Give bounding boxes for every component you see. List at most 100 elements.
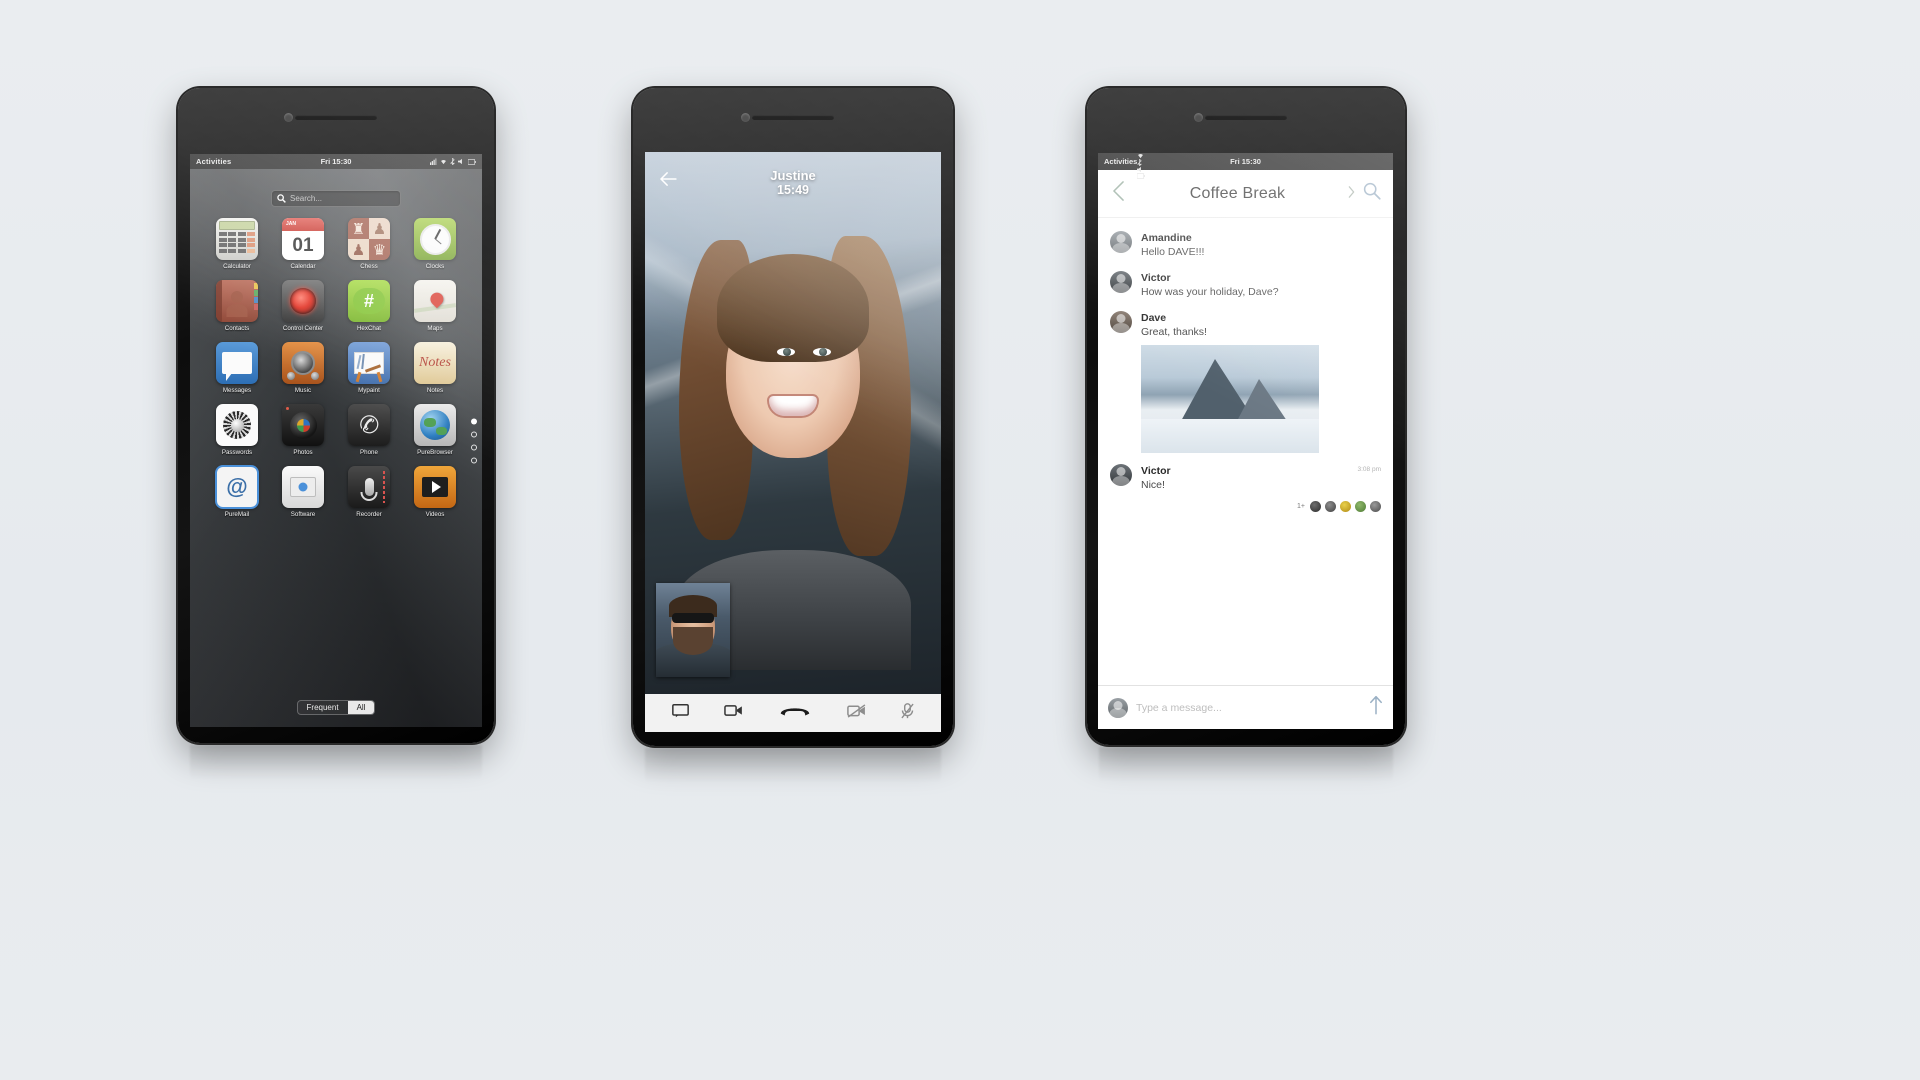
reaction-emoji[interactable] (1370, 501, 1381, 512)
app-label: Calculator (223, 263, 251, 270)
calendar-icon: JAN 01 (282, 218, 324, 260)
page-dot-1[interactable] (471, 418, 477, 424)
app-contacts[interactable]: Contacts (204, 280, 270, 332)
message-text: Great, thanks! (1141, 326, 1207, 338)
avatar-victor (1110, 464, 1132, 486)
chat-button[interactable] (672, 703, 690, 723)
app-software[interactable]: Software (270, 466, 336, 518)
message-timestamp: 3:08 pm (1357, 466, 1382, 473)
activities-button[interactable]: Activities (196, 157, 231, 166)
search-input[interactable]: Search... (271, 190, 401, 207)
app-purebrowser[interactable]: PureBrowser (402, 404, 468, 456)
self-video-thumbnail[interactable] (656, 583, 730, 677)
front-camera (741, 113, 750, 122)
send-arrow-icon[interactable] (1369, 695, 1383, 720)
app-phone[interactable]: ✆ Phone (336, 404, 402, 456)
notes-glyph: Notes (419, 355, 451, 370)
caller-name: Justine (770, 168, 816, 183)
app-videos[interactable]: Videos (402, 466, 468, 518)
front-camera (1194, 113, 1203, 122)
app-label: Passwords (221, 449, 253, 456)
notes-icon: Notes (414, 342, 456, 384)
app-music[interactable]: Music (270, 342, 336, 394)
phone-icon: ✆ (348, 404, 390, 446)
globe-icon (414, 404, 456, 446)
software-icon (282, 466, 324, 508)
message-input[interactable]: Type a message... (1136, 702, 1361, 714)
app-photos[interactable]: Photos (270, 404, 336, 456)
app-control-center[interactable]: Control Center (270, 280, 336, 332)
status-tray[interactable] (430, 158, 476, 165)
battery-icon (468, 158, 476, 165)
tab-frequent[interactable]: Frequent (297, 701, 348, 714)
status-tray[interactable] (1137, 153, 1146, 179)
call-controls (645, 694, 941, 732)
music-icon (282, 342, 324, 384)
message-author: Victor (1141, 465, 1171, 477)
app-maps[interactable]: Maps (402, 280, 468, 332)
app-notes[interactable]: Notes Notes (402, 342, 468, 394)
app-label: Notes (426, 387, 444, 394)
reaction-emoji[interactable] (1340, 501, 1351, 512)
chevron-right-icon[interactable] (1346, 183, 1361, 205)
microphone-icon (348, 466, 390, 508)
app-recorder[interactable]: Recorder (336, 466, 402, 518)
activities-button[interactable]: Activities (1104, 157, 1137, 166)
app-passwords[interactable]: Passwords (204, 404, 270, 456)
app-calendar[interactable]: JAN 01 Calendar (270, 218, 336, 270)
search-placeholder: Search... (290, 194, 323, 203)
camera-switch-button[interactable] (724, 704, 743, 722)
reaction-more-count[interactable]: 1+ (1297, 503, 1305, 510)
app-label: Software (290, 511, 316, 518)
earpiece-speaker (1205, 115, 1287, 120)
front-camera (284, 113, 293, 122)
chat-phone: Activities Fri 15:30 Coffee Break Amandi… (1087, 88, 1405, 745)
phone3-reflection (1099, 747, 1393, 795)
mountain-photo[interactable] (1141, 345, 1319, 453)
calendar-day: 01 (292, 235, 314, 256)
app-label: Phone (360, 449, 378, 456)
app-hexchat[interactable]: # HexChat (336, 280, 402, 332)
message-text: Nice! (1141, 479, 1165, 491)
phone1-bezel (178, 88, 494, 146)
avatar-amandine (1110, 231, 1132, 253)
message-item: Victor How was your holiday, Dave? (1098, 266, 1393, 306)
reaction-row[interactable]: 1+ (1098, 499, 1393, 518)
call-duration: 15:49 (777, 183, 809, 197)
status-clock: Fri 15:30 (320, 157, 352, 166)
clock-icon (414, 218, 456, 260)
phone3-screen: Activities Fri 15:30 Coffee Break Amandi… (1098, 153, 1393, 729)
page-dot-3[interactable] (471, 444, 477, 450)
search-icon[interactable] (1361, 180, 1383, 207)
chevron-left-icon[interactable] (1108, 179, 1129, 208)
maps-icon (414, 280, 456, 322)
page-indicator[interactable] (471, 418, 477, 463)
page-dot-2[interactable] (471, 431, 477, 437)
mail-icon: @ (215, 465, 259, 509)
app-clocks[interactable]: Clocks (402, 218, 468, 270)
message-composer: Type a message... (1098, 685, 1393, 729)
page-dot-4[interactable] (471, 457, 477, 463)
phone2-reflection (645, 748, 941, 796)
video-call-phone: Justine 15:49 (633, 88, 953, 746)
phone2-bezel (633, 88, 953, 146)
mute-button[interactable] (900, 702, 914, 724)
reaction-emoji[interactable] (1310, 501, 1321, 512)
video-off-button[interactable] (846, 703, 866, 723)
reaction-emoji[interactable] (1325, 501, 1336, 512)
hangup-button[interactable] (778, 703, 812, 724)
message-list[interactable]: Amandine Hello DAVE!!! Victor How was yo… (1098, 218, 1393, 685)
app-mypaint[interactable]: Mypaint (336, 342, 402, 394)
tab-all[interactable]: All (347, 701, 375, 714)
app-messages[interactable]: Messages (204, 342, 270, 394)
message-author: Dave (1141, 312, 1167, 324)
app-chess[interactable]: ♜ ♟ ♟ ♛ Chess (336, 218, 402, 270)
back-arrow-icon[interactable] (659, 172, 677, 191)
control-center-icon (282, 280, 324, 322)
app-puremail[interactable]: @ PureMail (204, 465, 270, 518)
grid-tabs: Frequent All (190, 700, 482, 715)
reaction-emoji[interactable] (1355, 501, 1366, 512)
chat-title: Coffee Break (1189, 184, 1286, 202)
message-item: Victor Nice! 3:08 pm (1098, 459, 1393, 499)
app-calculator[interactable]: Calculator (204, 218, 270, 270)
